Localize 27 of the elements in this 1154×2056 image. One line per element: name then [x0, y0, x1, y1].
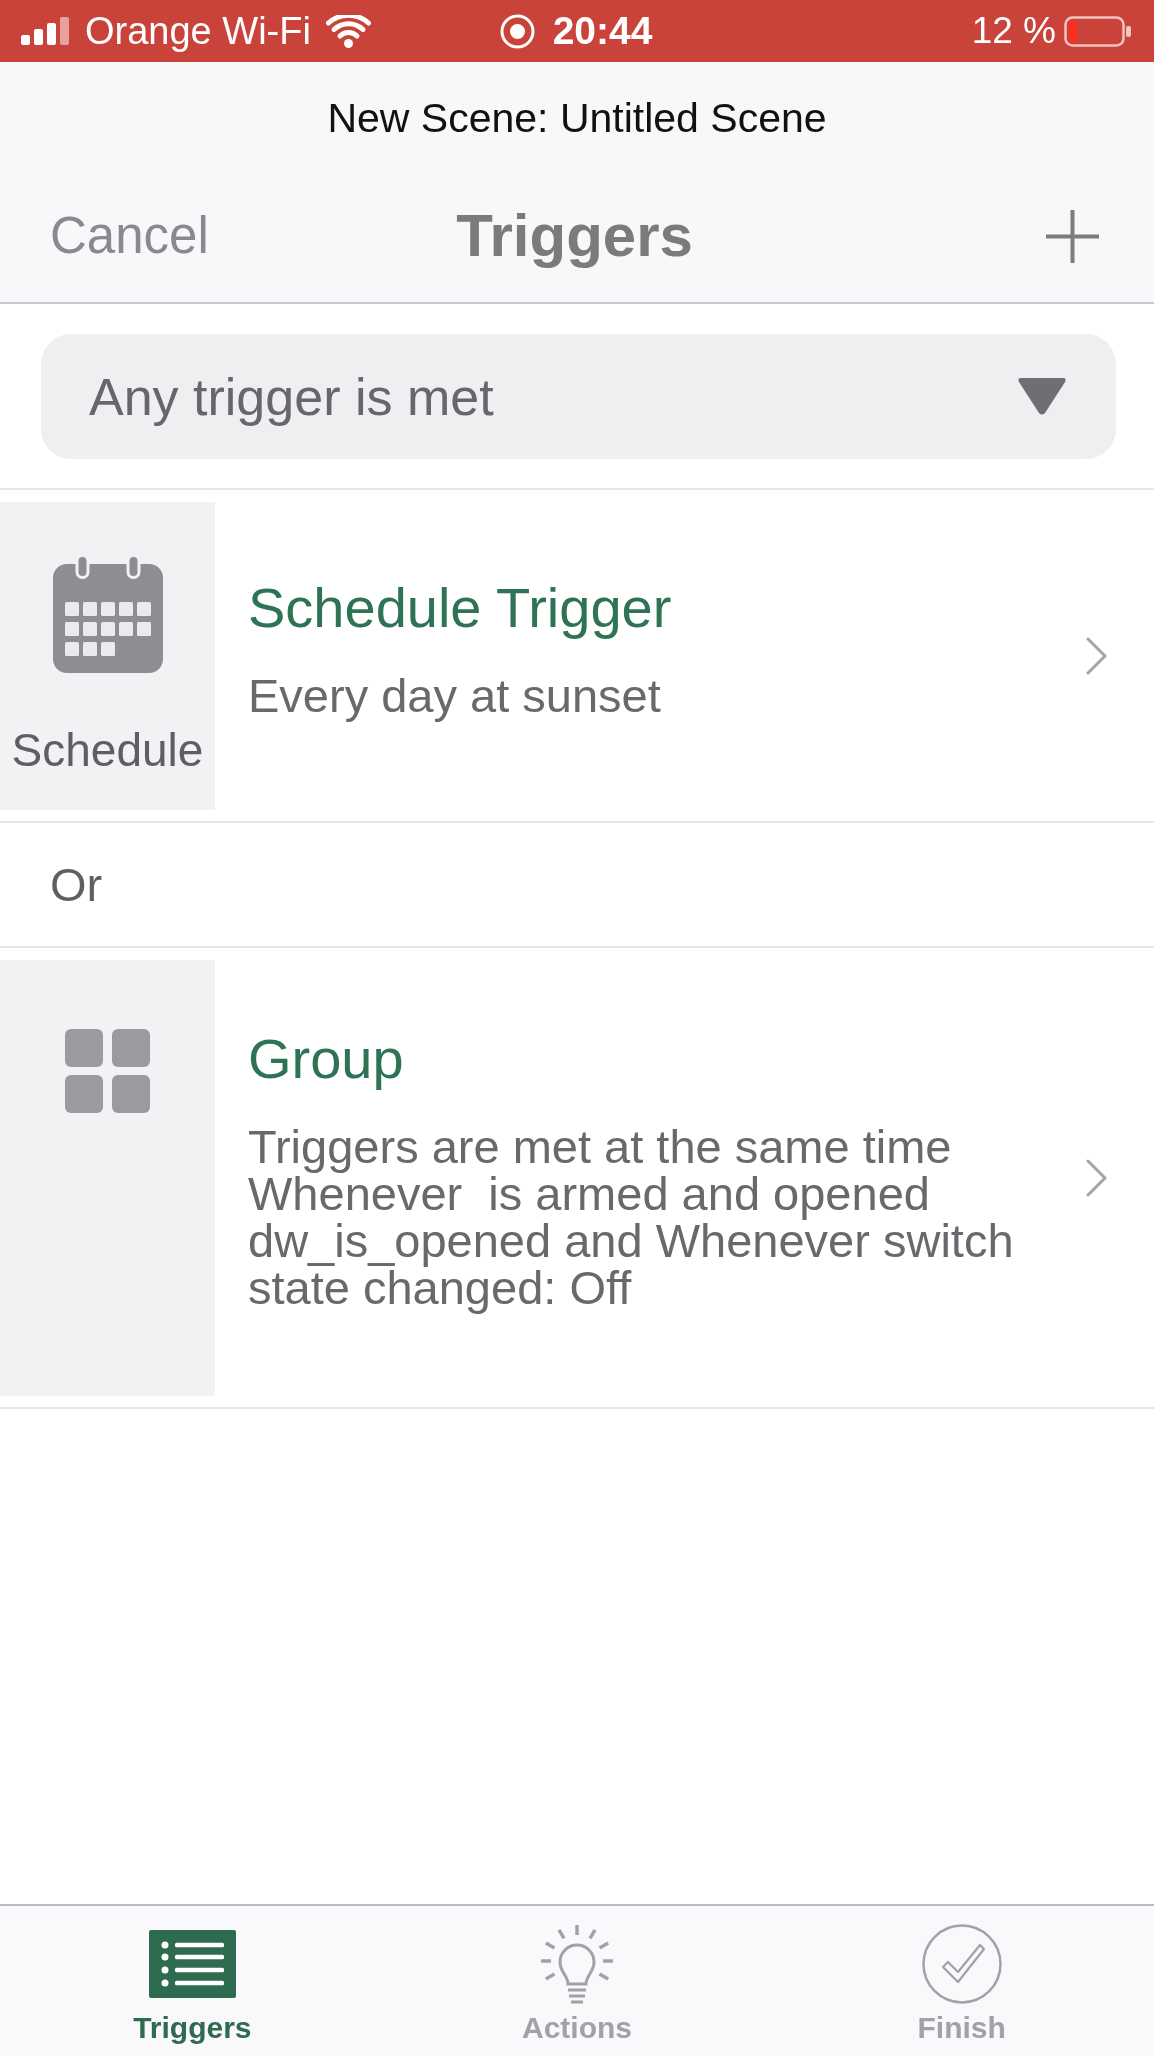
carrier-name: Orange Wi-Fi: [85, 9, 311, 53]
chevron-icon[interactable]: [1086, 637, 1108, 675]
check-circle-icon: [921, 1924, 1002, 2004]
connector-label: Or: [50, 856, 103, 913]
trigger-title: Group: [248, 1026, 404, 1092]
wifi-icon: [325, 14, 371, 48]
page-title: Triggers: [456, 201, 693, 271]
signal-icon: [21, 17, 70, 45]
clock-time: 20:44: [552, 9, 653, 53]
tab[interactable]: Finish: [769, 1920, 1154, 2056]
chevron-icon[interactable]: [1086, 1159, 1108, 1197]
trigger-title: Schedule Trigger: [248, 574, 672, 641]
list-icon: [148, 1930, 236, 1998]
cancel-button[interactable]: Cancel: [50, 206, 209, 266]
four-squares-icon: [65, 1029, 150, 1113]
condition-dropdown[interactable]: Any trigger is met: [41, 334, 1116, 459]
record-icon: [499, 13, 535, 49]
calendar-icon: [52, 554, 163, 673]
plus-icon: [1046, 209, 1099, 263]
trigger-type-label: Schedule: [11, 723, 204, 778]
add-button[interactable]: [1046, 209, 1099, 263]
battery-percentage: 12 %: [971, 9, 1056, 53]
caret-icon: [1017, 377, 1067, 416]
battery-icon: [1064, 15, 1131, 47]
tab[interactable]: Triggers: [0, 1920, 385, 2056]
tab[interactable]: Actions: [384, 1920, 770, 2056]
scene-subtitle: New Scene: Untitled Scene: [327, 94, 827, 143]
